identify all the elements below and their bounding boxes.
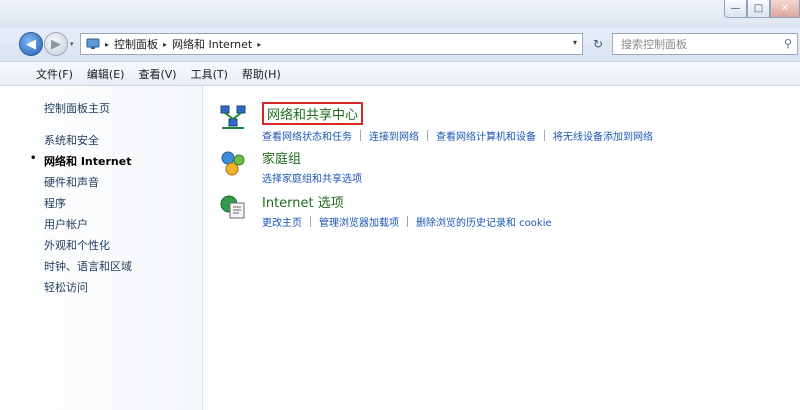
choose-homegroup-options-link[interactable]: 选择家庭组和共享选项 xyxy=(262,170,362,185)
forward-arrow-icon: ▶ xyxy=(51,36,61,52)
left-navigation-pane: 控制面板主页 系统和安全 • 网络和 Internet 硬件和声音 程序 用户帐… xyxy=(0,86,203,410)
link-separator xyxy=(544,130,545,141)
link-separator xyxy=(427,130,428,141)
sidebar-item-clock-language-region[interactable]: 时钟、语言和区域 xyxy=(44,258,132,274)
network-sharing-center-link[interactable]: 网络和共享中心 xyxy=(262,102,364,125)
category-body: 家庭组 选择家庭组和共享选项 xyxy=(262,148,362,185)
link-separator xyxy=(360,130,361,141)
connect-to-network-link[interactable]: 连接到网络 xyxy=(369,128,419,143)
close-icon: ✕ xyxy=(780,3,790,14)
sidebar-item-user-accounts[interactable]: 用户帐户 xyxy=(44,216,88,232)
breadcrumb-separator[interactable]: ▸ xyxy=(257,40,261,49)
homegroup-icon xyxy=(218,148,248,178)
add-wireless-device-link[interactable]: 将无线设备添加到网络 xyxy=(553,128,653,143)
back-arrow-icon: ◀ xyxy=(26,36,36,52)
breadcrumb-separator[interactable]: ▸ xyxy=(163,40,167,49)
control-panel-home-link[interactable]: 控制面板主页 xyxy=(44,100,110,116)
category-internet-options: Internet 选项 更改主页 管理浏览器加载项 删除浏览的历史记录和 coo… xyxy=(218,192,552,229)
delete-history-link[interactable]: 删除浏览的历史记录和 cookie xyxy=(416,214,552,229)
main-content: 网络和共享中心 查看网络状态和任务 连接到网络 查看网络计算机和设备 将无线设备… xyxy=(204,86,800,410)
breadcrumb-separator: ▸ xyxy=(105,39,110,49)
address-bar[interactable]: ▸ 控制面板 ▸ 网络和 Internet ▸ ▾ xyxy=(80,33,583,55)
sidebar-item-ease-of-access[interactable]: 轻松访问 xyxy=(44,279,88,295)
link-separator xyxy=(310,216,311,227)
breadcrumb-network-internet[interactable]: 网络和 Internet xyxy=(172,36,252,52)
menu-edit[interactable]: 编辑(E) xyxy=(87,66,125,82)
refresh-icon: ↻ xyxy=(592,37,604,51)
close-button[interactable]: ✕ xyxy=(770,0,800,18)
maximize-icon: □ xyxy=(753,3,764,14)
address-dropdown-icon[interactable]: ▾ xyxy=(573,38,577,47)
internet-options-icon xyxy=(218,192,248,222)
menu-file[interactable]: 文件(F) xyxy=(36,66,73,82)
menu-view[interactable]: 查看(V) xyxy=(138,66,176,82)
breadcrumb-control-panel[interactable]: 控制面板 xyxy=(114,36,158,52)
sidebar-item-appearance[interactable]: 外观和个性化 xyxy=(44,237,110,253)
category-homegroup: 家庭组 选择家庭组和共享选项 xyxy=(218,148,362,185)
category-links: 更改主页 管理浏览器加载项 删除浏览的历史记录和 cookie xyxy=(262,214,552,229)
change-homepage-link[interactable]: 更改主页 xyxy=(262,214,302,229)
homegroup-link[interactable]: 家庭组 xyxy=(262,148,301,167)
sidebar-item-network-internet[interactable]: • 网络和 Internet xyxy=(30,153,132,169)
title-bar: — □ ✕ xyxy=(0,0,800,28)
search-placeholder: 搜索控制面板 xyxy=(621,38,687,51)
forward-button[interactable]: ▶ xyxy=(44,32,68,56)
window-controls: — □ ✕ xyxy=(724,0,800,18)
current-item-bullet: • xyxy=(30,153,37,164)
navigation-bar: ◀ ▶ ▾ ▸ 控制面板 ▸ 网络和 Internet ▸ ▾ ↻ 搜索控制面板… xyxy=(0,28,800,62)
minimize-icon: — xyxy=(730,3,741,14)
internet-options-link[interactable]: Internet 选项 xyxy=(262,192,344,211)
menu-bar: 文件(F) 编辑(E) 查看(V) 工具(T) 帮助(H) xyxy=(0,62,800,86)
recent-pages-dropdown[interactable]: ▾ xyxy=(70,40,74,48)
menu-help[interactable]: 帮助(H) xyxy=(242,66,281,82)
maximize-button[interactable]: □ xyxy=(747,0,770,18)
manage-addons-link[interactable]: 管理浏览器加载项 xyxy=(319,214,399,229)
menu-tools[interactable]: 工具(T) xyxy=(191,66,228,82)
category-body: 网络和共享中心 查看网络状态和任务 连接到网络 查看网络计算机和设备 将无线设备… xyxy=(262,102,653,143)
control-panel-icon xyxy=(86,37,100,51)
minimize-button[interactable]: — xyxy=(724,0,747,18)
sidebar-item-hardware-sound[interactable]: 硬件和声音 xyxy=(44,174,99,190)
back-button[interactable]: ◀ xyxy=(19,32,43,56)
link-separator xyxy=(407,216,408,227)
category-network-sharing: 网络和共享中心 查看网络状态和任务 连接到网络 查看网络计算机和设备 将无线设备… xyxy=(218,102,653,143)
search-input[interactable]: 搜索控制面板 ⚲ xyxy=(612,33,798,55)
view-network-status-link[interactable]: 查看网络状态和任务 xyxy=(262,128,352,143)
sidebar-item-programs[interactable]: 程序 xyxy=(44,195,66,211)
category-links: 查看网络状态和任务 连接到网络 查看网络计算机和设备 将无线设备添加到网络 xyxy=(262,128,653,143)
sidebar-item-system-security[interactable]: 系统和安全 xyxy=(44,132,99,148)
control-panel-window: — □ ✕ ◀ ▶ ▾ ▸ 控制面板 ▸ 网络和 Internet ▸ ▾ ↻ … xyxy=(0,0,800,410)
category-body: Internet 选项 更改主页 管理浏览器加载项 删除浏览的历史记录和 coo… xyxy=(262,192,552,229)
search-icon[interactable]: ⚲ xyxy=(784,37,792,50)
sidebar-item-label: 网络和 Internet xyxy=(44,155,132,168)
network-sharing-icon xyxy=(218,102,248,132)
category-links: 选择家庭组和共享选项 xyxy=(262,170,362,185)
view-network-computers-link[interactable]: 查看网络计算机和设备 xyxy=(436,128,536,143)
refresh-button[interactable]: ↻ xyxy=(586,33,610,55)
